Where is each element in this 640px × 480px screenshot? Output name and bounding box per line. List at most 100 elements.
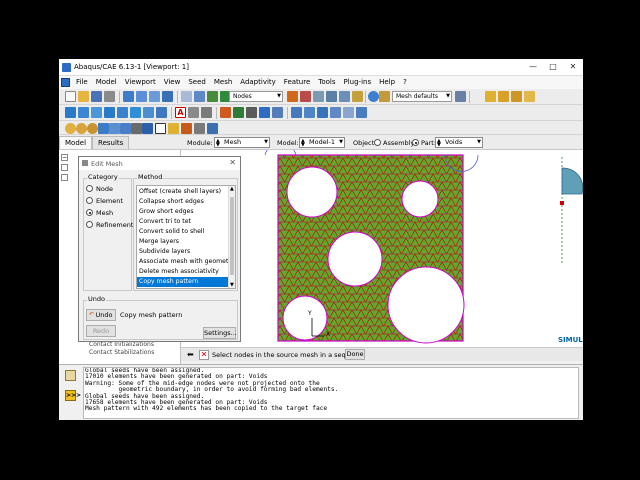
method-item[interactable]: Merge layers xyxy=(137,237,229,247)
sketch-icon[interactable] xyxy=(156,107,167,118)
edit-mesh-icon[interactable] xyxy=(181,123,192,134)
view-iso-icon[interactable] xyxy=(485,91,496,102)
close-button[interactable]: ✕ xyxy=(563,59,583,76)
wireframe-icon[interactable] xyxy=(181,91,192,102)
job-icon[interactable] xyxy=(130,107,141,118)
step-icon[interactable] xyxy=(91,107,102,118)
seed-delete-icon[interactable] xyxy=(87,123,98,134)
method-item[interactable]: Associate mesh with geometry xyxy=(137,257,235,267)
part-radio[interactable] xyxy=(412,139,419,146)
message-area-icon[interactable] xyxy=(65,370,76,381)
assembly-icon[interactable] xyxy=(78,107,89,118)
mesh-part-icon[interactable] xyxy=(291,107,302,118)
method-list-scrollbar[interactable]: ▲ ▼ xyxy=(228,186,235,288)
query-mesh-icon[interactable] xyxy=(131,123,142,134)
add-icon[interactable] xyxy=(339,91,350,102)
category-element-radio[interactable] xyxy=(86,197,93,204)
assign-element-type-icon[interactable] xyxy=(109,123,120,134)
maximize-button[interactable]: □ xyxy=(543,59,563,76)
tab-model[interactable]: Model xyxy=(59,136,93,149)
tree-expand-icon[interactable]: − xyxy=(61,154,68,161)
mesh-defaults-icon[interactable] xyxy=(379,91,390,102)
load-icon[interactable] xyxy=(104,107,115,118)
python-shell-icon[interactable]: >>> xyxy=(65,390,81,401)
method-item[interactable]: Collapse short edges xyxy=(137,197,229,207)
method-item-selected[interactable]: Copy mesh pattern xyxy=(137,277,229,287)
menu-feature[interactable]: Feature xyxy=(280,76,314,89)
adaptivity-icon[interactable] xyxy=(207,123,218,134)
remove-icon[interactable] xyxy=(326,91,337,102)
menu-view[interactable]: View xyxy=(160,76,185,89)
method-item[interactable]: Delete mesh associativity xyxy=(137,267,229,277)
open-folder-icon[interactable] xyxy=(78,91,89,102)
assembly-radio[interactable] xyxy=(374,139,381,146)
color-code-icon[interactable] xyxy=(201,107,212,118)
model-select[interactable]: ▲ ▼ Model-1 ▼ xyxy=(299,137,345,148)
context-help-icon[interactable]: ? xyxy=(399,76,411,89)
seed-icon[interactable] xyxy=(65,123,76,134)
undo-button[interactable]: ↶ Undo xyxy=(86,309,116,321)
menu-seed[interactable]: Seed xyxy=(184,76,210,89)
element-type-icon[interactable] xyxy=(343,107,354,118)
menu-help[interactable]: Help xyxy=(375,76,399,89)
view-side-icon[interactable] xyxy=(524,91,535,102)
menu-viewport[interactable]: Viewport xyxy=(121,76,160,89)
app-menu-icon[interactable] xyxy=(61,78,70,87)
cut-icon[interactable] xyxy=(259,107,270,118)
tab-results[interactable]: Results xyxy=(92,136,130,149)
assign-mesh-controls-icon[interactable] xyxy=(98,123,109,134)
delete-mesh-icon[interactable] xyxy=(330,107,341,118)
render-style-icon[interactable] xyxy=(220,107,231,118)
query-icon[interactable] xyxy=(352,91,363,102)
settings-button[interactable]: Settings... xyxy=(203,327,237,339)
shaded-icon[interactable] xyxy=(207,91,218,102)
select-icon[interactable] xyxy=(123,91,134,102)
method-item[interactable]: Convert tri to tet xyxy=(137,217,229,227)
menu-tools[interactable]: Tools xyxy=(314,76,339,89)
viewport[interactable]: Y X SIMULIA xyxy=(181,142,583,347)
rotate-icon[interactable] xyxy=(149,91,160,102)
menu-mesh[interactable]: Mesh xyxy=(210,76,236,89)
tree-node-icon[interactable] xyxy=(61,174,68,181)
display-options-icon[interactable] xyxy=(194,123,205,134)
tree-node-icon[interactable] xyxy=(61,164,68,171)
category-refinement-radio[interactable] xyxy=(86,221,93,228)
category-node-radio[interactable] xyxy=(86,185,93,192)
tree-item-contact-initializations[interactable]: Contact Initializations xyxy=(89,341,154,348)
method-item[interactable]: Offset (create shell layers) xyxy=(137,187,229,197)
mesh-controls-icon[interactable] xyxy=(356,107,367,118)
method-item[interactable]: Convert solid to shell xyxy=(137,227,229,237)
scroll-down-icon[interactable]: ▼ xyxy=(230,282,234,288)
verify-icon[interactable] xyxy=(120,123,131,134)
module-select[interactable]: ▲ ▼ Mesh ▼ xyxy=(214,137,270,148)
mesh-icon[interactable] xyxy=(117,107,128,118)
selection-options-icon[interactable] xyxy=(287,91,298,102)
redo-button[interactable]: Redo xyxy=(86,325,116,337)
color-icon[interactable] xyxy=(233,107,244,118)
menu-plug-ins[interactable]: Plug-ins xyxy=(340,76,376,89)
back-arrow-icon[interactable]: ⬅ xyxy=(187,350,194,359)
virtual-topology-icon[interactable] xyxy=(168,123,179,134)
visualization-icon[interactable] xyxy=(143,107,154,118)
part-icon[interactable] xyxy=(65,107,76,118)
dialog-close-icon[interactable]: ✕ xyxy=(229,158,236,167)
select-arrow-icon[interactable] xyxy=(155,123,166,134)
done-button[interactable]: Done xyxy=(345,349,365,360)
seed-edge-icon[interactable] xyxy=(76,123,87,134)
layers-icon[interactable] xyxy=(246,107,257,118)
partition-icon[interactable] xyxy=(142,123,153,134)
menu-file[interactable]: File xyxy=(72,76,92,89)
display-group-icon[interactable] xyxy=(300,91,311,102)
print-icon[interactable] xyxy=(104,91,115,102)
text-annotation-icon[interactable]: A xyxy=(175,107,186,118)
category-mesh-radio[interactable] xyxy=(86,209,93,216)
arrow-annotation-icon[interactable] xyxy=(188,107,199,118)
pan-icon[interactable] xyxy=(136,91,147,102)
replace-icon[interactable] xyxy=(313,91,324,102)
new-file-icon[interactable] xyxy=(65,91,76,102)
scrollbar-thumb[interactable] xyxy=(230,197,234,275)
minimize-button[interactable]: — xyxy=(523,59,543,76)
part-select[interactable]: ▲ ▼ Voids ▼ xyxy=(435,137,483,148)
views-icon[interactable] xyxy=(272,107,283,118)
method-item[interactable]: Subdivide layers xyxy=(137,247,229,257)
